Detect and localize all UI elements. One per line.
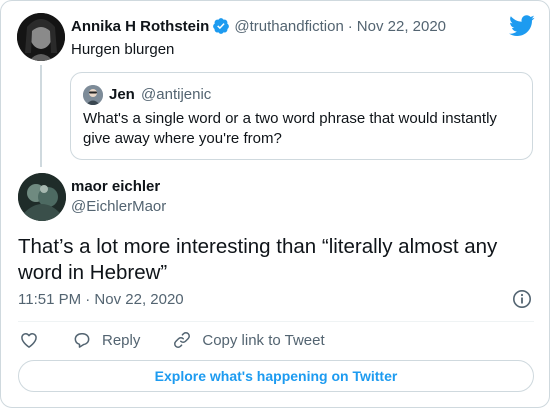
reply-button[interactable]: Reply bbox=[72, 330, 140, 350]
header-separator: · bbox=[347, 17, 353, 35]
verified-badge-icon bbox=[212, 17, 230, 35]
thread-connector-line bbox=[40, 65, 42, 167]
copy-link-button[interactable]: Copy link to Tweet bbox=[172, 330, 325, 350]
quoted-author-handle: @antijenic bbox=[141, 86, 212, 103]
like-button[interactable] bbox=[19, 330, 39, 350]
reply-bubble-icon bbox=[74, 333, 90, 348]
reply-author-handle[interactable]: @EichlerMaor bbox=[71, 198, 166, 215]
heart-icon bbox=[21, 333, 37, 348]
parent-author-name[interactable]: Annika H Rothstein bbox=[71, 18, 209, 35]
tweet-actions-bar: Reply Copy link to Tweet bbox=[19, 330, 357, 350]
parent-author-avatar[interactable] bbox=[17, 13, 65, 61]
parent-author-handle[interactable]: @truthandfiction bbox=[234, 18, 343, 35]
parent-tweet-date[interactable]: Nov 22, 2020 bbox=[357, 18, 446, 35]
quoted-author-avatar bbox=[83, 85, 103, 105]
reply-author-name[interactable]: maor eichler bbox=[71, 178, 160, 195]
twitter-bird-icon[interactable] bbox=[509, 15, 535, 37]
reply-author-avatar[interactable] bbox=[18, 173, 66, 221]
tweet-embed-card: Annika H Rothstein @truthandfiction · No… bbox=[0, 0, 550, 408]
actions-divider bbox=[18, 321, 534, 322]
explore-twitter-button[interactable]: Explore what's happening on Twitter bbox=[18, 360, 534, 392]
copy-link-label: Copy link to Tweet bbox=[202, 331, 325, 349]
reply-label: Reply bbox=[102, 331, 141, 349]
parent-tweet-header: Annika H Rothstein @truthandfiction · No… bbox=[71, 16, 446, 36]
info-icon[interactable] bbox=[512, 289, 532, 309]
reply-tweet-timestamp[interactable]: 11:51 PM · Nov 22, 2020 bbox=[18, 291, 184, 308]
quoted-tweet-text: What's a single word or a two word phras… bbox=[83, 110, 497, 147]
quoted-tweet-header: Jen @antijenic bbox=[109, 86, 211, 103]
link-icon bbox=[174, 332, 191, 348]
reply-tweet-text: That’s a lot more interesting than “lite… bbox=[18, 235, 498, 284]
quoted-tweet[interactable]: Jen @antijenic What's a single word or a… bbox=[70, 72, 533, 160]
parent-tweet-text: Hurgen blurgen bbox=[71, 41, 175, 58]
quoted-author-name: Jen bbox=[109, 86, 135, 103]
